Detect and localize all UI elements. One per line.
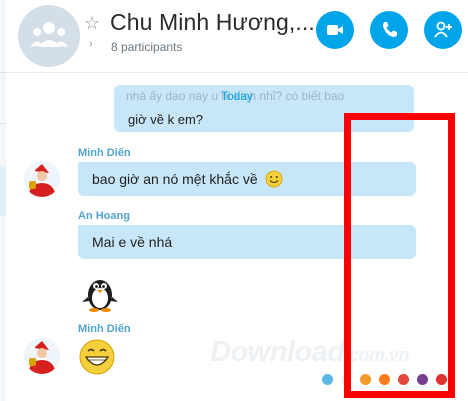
santa-avatar-icon — [24, 161, 60, 197]
conversation-header: ☆ Chu Minh Hương,... › 8 participants — [6, 0, 468, 73]
participants-count[interactable]: 8 participants — [111, 40, 182, 54]
avatar[interactable] — [24, 338, 60, 374]
phone-icon — [383, 22, 397, 37]
sender-name: Minh Diến — [78, 147, 131, 159]
add-participant-button[interactable] — [424, 11, 462, 49]
video-camera-icon — [327, 25, 343, 35]
group-avatar[interactable] — [18, 5, 80, 67]
annotation-highlight-box — [344, 113, 455, 398]
video-call-button[interactable] — [316, 11, 354, 49]
chevron-right-icon[interactable]: › — [89, 38, 93, 50]
sender-name: Minh Diến — [78, 323, 131, 335]
message-text: giờ về k em? — [128, 112, 203, 127]
add-person-icon — [434, 21, 452, 38]
big-grin-emoji-icon[interactable] — [78, 338, 116, 376]
message-text: Mai e về nhá — [92, 234, 173, 250]
audio-call-button[interactable] — [370, 11, 408, 49]
penguin-sticker[interactable] — [80, 273, 120, 313]
smile-emoji-icon — [265, 170, 282, 188]
group-icon — [30, 22, 68, 47]
favorite-star-icon[interactable]: ☆ — [84, 13, 100, 33]
message-text: bao giờ an nó mệt khắc về — [92, 171, 258, 187]
conversation-title[interactable]: Chu Minh Hương,... — [110, 9, 315, 36]
santa-avatar-icon — [24, 338, 60, 374]
sender-name: An Hoang — [78, 210, 130, 222]
avatar[interactable] — [24, 161, 60, 197]
date-separator: Today — [220, 89, 254, 103]
